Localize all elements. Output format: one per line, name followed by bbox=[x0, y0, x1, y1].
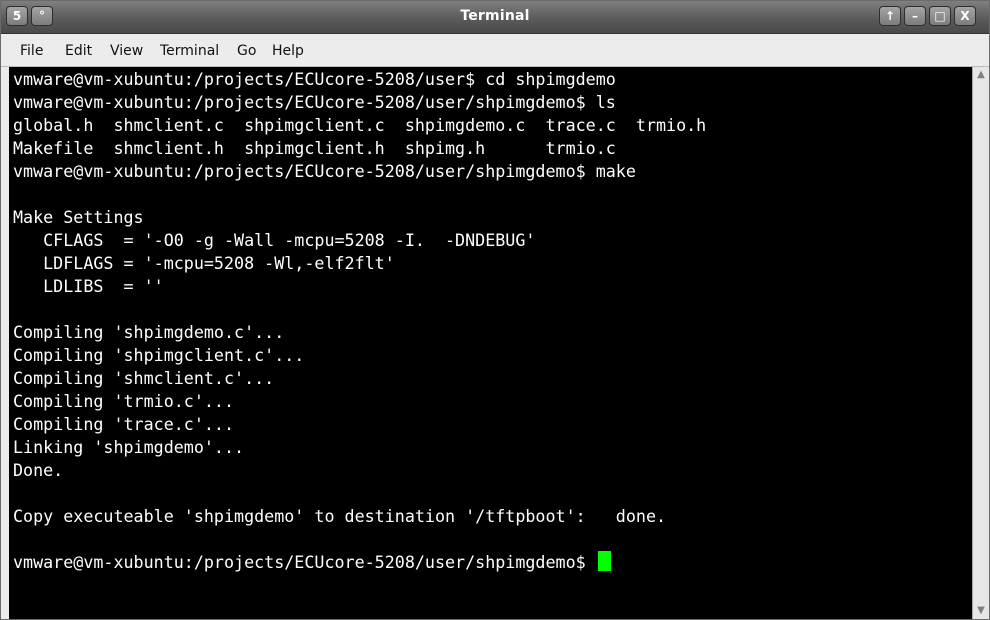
terminal-line: LDLIBS = '' bbox=[13, 275, 706, 298]
scroll-down-arrow-icon[interactable]: ▼ bbox=[973, 603, 989, 619]
terminal-line: Compiling 'shpimgclient.c'... bbox=[13, 344, 706, 367]
terminal-line-text: vmware@vm-xubuntu:/projects/ECUcore-5208… bbox=[13, 69, 616, 89]
terminal-line-text: Compiling 'trmio.c'... bbox=[13, 391, 235, 411]
terminal-line-text: Compiling 'trace.c'... bbox=[13, 414, 235, 434]
terminal-line: Done. bbox=[13, 459, 706, 482]
menu-file[interactable]: File bbox=[20, 43, 43, 59]
terminal-line: Compiling 'shpimgdemo.c'... bbox=[13, 321, 706, 344]
terminal-line: LDFLAGS = '-mcpu=5208 -Wl,-elf2flt' bbox=[13, 252, 706, 275]
terminal-window: 5 ° Terminal ↑ – □ X File Edit View Term… bbox=[0, 0, 990, 620]
terminal-line-text: Copy executeable 'shpimgdemo' to destina… bbox=[13, 506, 667, 526]
menu-help[interactable]: Help bbox=[272, 43, 304, 59]
vertical-scrollbar[interactable]: ▲ ▼ bbox=[972, 67, 989, 619]
terminal-line: global.h shmclient.c shpimgclient.c shpi… bbox=[13, 114, 706, 137]
terminal-line: Makefile shmclient.h shpimgclient.h shpi… bbox=[13, 137, 706, 160]
terminal-line-text: CFLAGS = '-O0 -g -Wall -mcpu=5208 -I. -D… bbox=[13, 230, 536, 250]
terminal-line: CFLAGS = '-O0 -g -Wall -mcpu=5208 -I. -D… bbox=[13, 229, 706, 252]
window-left-border bbox=[1, 67, 9, 619]
terminal-line: Compiling 'trace.c'... bbox=[13, 413, 706, 436]
terminal-line-text: Makefile shmclient.h shpimgclient.h shpi… bbox=[13, 138, 616, 158]
terminal-line: vmware@vm-xubuntu:/projects/ECUcore-5208… bbox=[13, 160, 706, 183]
terminal-line: vmware@vm-xubuntu:/projects/ECUcore-5208… bbox=[13, 91, 706, 114]
scroll-up-arrow-icon[interactable]: ▲ bbox=[973, 67, 989, 83]
terminal-cursor bbox=[597, 551, 611, 571]
menu-go[interactable]: Go bbox=[237, 43, 256, 59]
title-bar[interactable]: 5 ° Terminal ↑ – □ X bbox=[1, 1, 989, 34]
minimize-button[interactable]: – bbox=[904, 6, 926, 26]
menu-bar: File Edit View Terminal Go Help bbox=[1, 34, 989, 67]
terminal-line: Copy executeable 'shpimgdemo' to destina… bbox=[13, 505, 706, 528]
terminal-lines: vmware@vm-xubuntu:/projects/ECUcore-5208… bbox=[13, 68, 706, 574]
terminal-line: Make Settings bbox=[13, 206, 706, 229]
terminal-line-text: Compiling 'shpimgclient.c'... bbox=[13, 345, 305, 365]
terminal-line: vmware@vm-xubuntu:/projects/ECUcore-5208… bbox=[13, 68, 706, 91]
terminal-line: Compiling 'shmclient.c'... bbox=[13, 367, 706, 390]
terminal-line: vmware@vm-xubuntu:/projects/ECUcore-5208… bbox=[13, 551, 706, 574]
terminal-line-text: Make Settings bbox=[13, 207, 144, 227]
terminal-line-text: global.h shmclient.c shpimgclient.c shpi… bbox=[13, 115, 707, 135]
terminal-line-text: Linking 'shpimgdemo'... bbox=[13, 437, 245, 457]
terminal-line-text: LDFLAGS = '-mcpu=5208 -Wl,-elf2flt' bbox=[13, 253, 395, 273]
terminal-line-text: vmware@vm-xubuntu:/projects/ECUcore-5208… bbox=[13, 161, 636, 181]
shade-button[interactable]: ↑ bbox=[879, 6, 901, 26]
terminal-line-text: Done. bbox=[13, 460, 64, 480]
terminal-line-text: vmware@vm-xubuntu:/projects/ECUcore-5208… bbox=[13, 92, 616, 112]
terminal-line-text: LDLIBS = '' bbox=[13, 276, 164, 296]
close-button[interactable]: X bbox=[954, 6, 976, 26]
menu-view[interactable]: View bbox=[110, 43, 143, 59]
terminal-line: Linking 'shpimgdemo'... bbox=[13, 436, 706, 459]
menu-terminal[interactable]: Terminal bbox=[160, 43, 219, 59]
terminal-output[interactable]: vmware@vm-xubuntu:/projects/ECUcore-5208… bbox=[9, 67, 972, 619]
window-title: Terminal bbox=[460, 8, 530, 24]
terminal-line-text: vmware@vm-xubuntu:/projects/ECUcore-5208… bbox=[13, 552, 596, 572]
terminal-line: Compiling 'trmio.c'... bbox=[13, 390, 706, 413]
maximize-button[interactable]: □ bbox=[929, 6, 951, 26]
terminal-line-text: Compiling 'shpimgdemo.c'... bbox=[13, 322, 285, 342]
terminal-line-text: Compiling 'shmclient.c'... bbox=[13, 368, 275, 388]
menu-edit[interactable]: Edit bbox=[65, 43, 92, 59]
